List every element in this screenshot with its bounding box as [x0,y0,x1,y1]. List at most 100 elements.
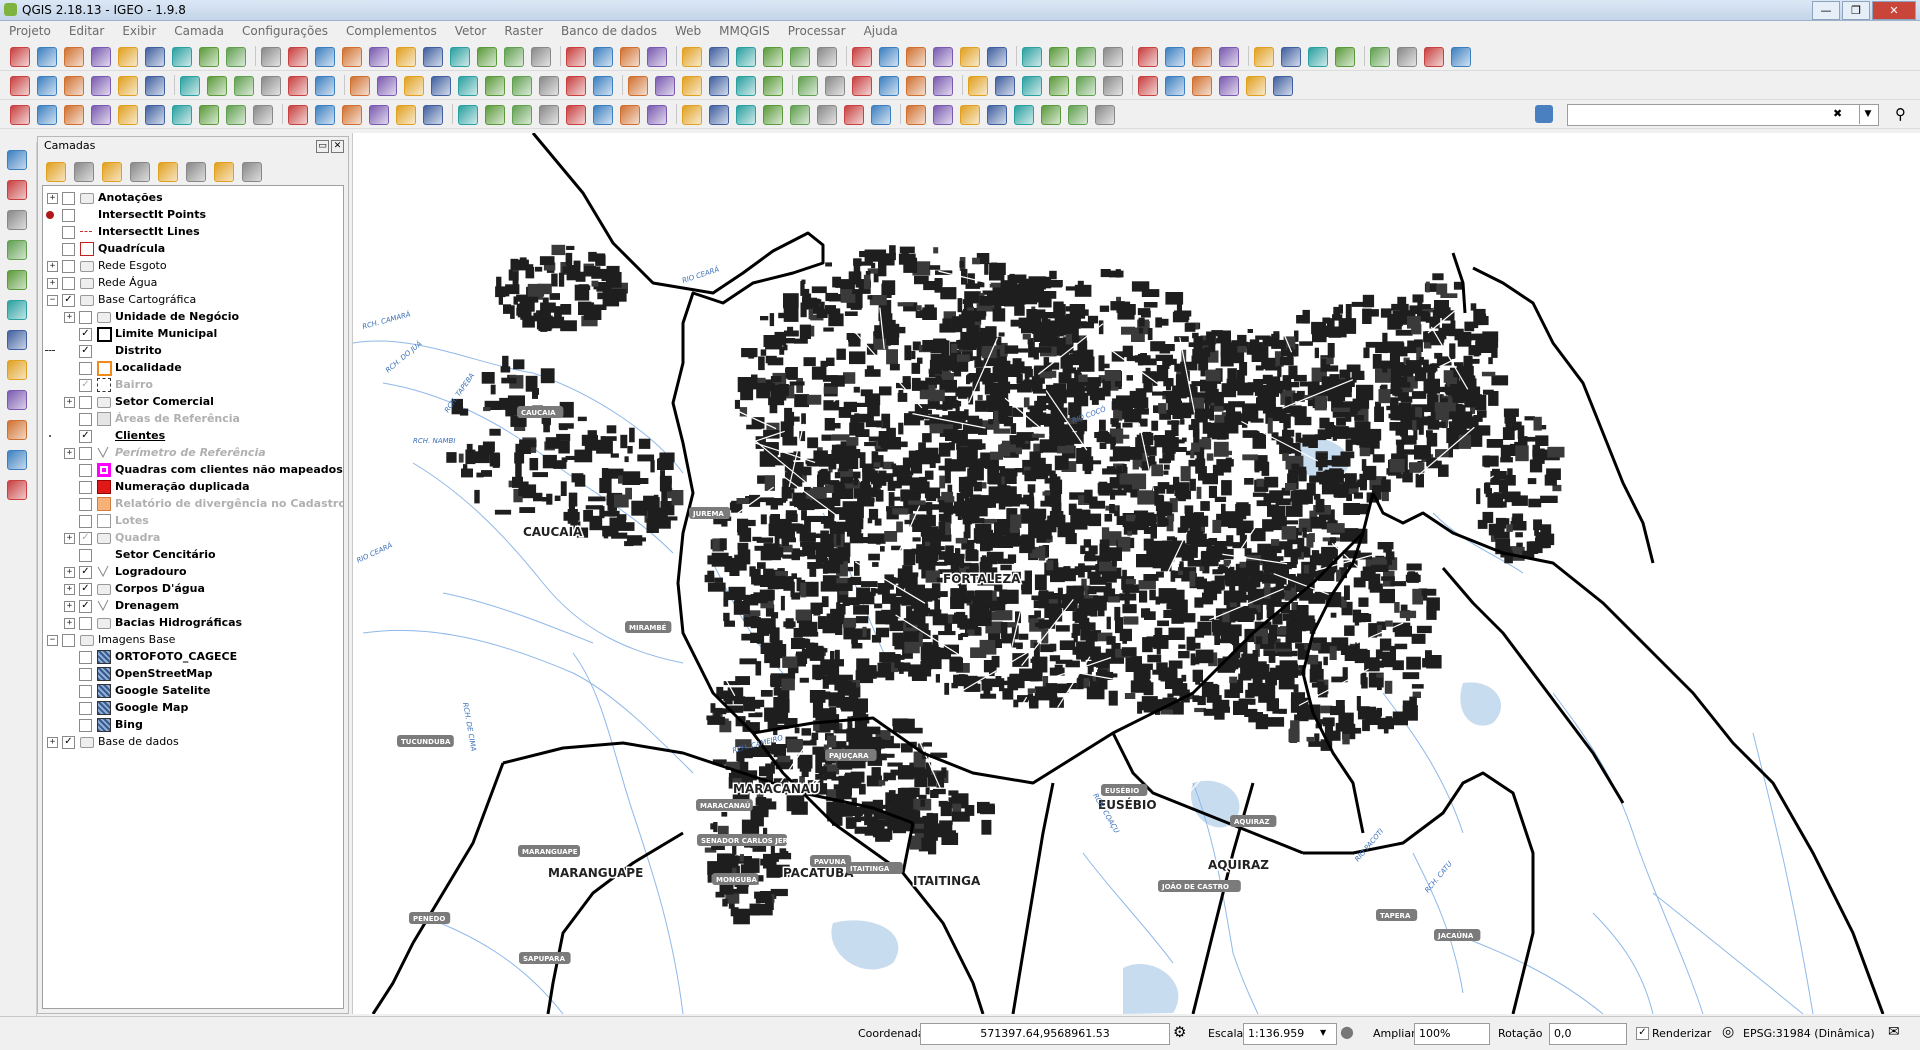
expand-icon[interactable]: + [47,261,58,272]
layer-visibility-checkbox[interactable]: ✓ [79,379,92,392]
tool-31-icon[interactable] [852,76,872,96]
tool-25-icon[interactable] [682,105,702,125]
move-feature-icon[interactable] [118,76,138,96]
layer-row[interactable]: Lotes [43,513,343,529]
layer-row[interactable]: Relatório de divergência no Cadastro [43,496,343,512]
tool-13-icon[interactable] [350,76,370,96]
tool-44-icon[interactable] [1219,47,1239,67]
collapse-icon[interactable]: − [47,635,58,646]
tool-43-icon[interactable] [1192,76,1212,96]
map-tips-icon[interactable] [817,47,837,67]
layer-row[interactable]: +Rede Água [43,275,343,291]
mouse-coordinates-toggle-icon[interactable]: ⚙ [1173,1023,1186,1041]
tool-20-icon[interactable] [539,76,559,96]
layer-row[interactable]: Localidade [43,360,343,376]
toggle-editing-icon[interactable] [10,76,30,96]
add-vector-layer-icon[interactable] [7,150,27,170]
tool-12-icon[interactable] [315,105,335,125]
add-virtual-layer-icon[interactable] [7,360,27,380]
render-checkbox[interactable]: ✓ [1636,1027,1649,1040]
collapse-all-icon[interactable] [214,162,234,182]
layer-visibility-checkbox[interactable] [79,668,92,681]
layer-row[interactable]: Áreas de Referência [43,411,343,427]
layer-visibility-checkbox[interactable] [62,260,75,273]
tool-14-icon[interactable] [369,105,389,125]
tool-49-icon[interactable] [1370,47,1390,67]
tool-35-icon[interactable] [960,105,980,125]
layer-row[interactable]: +Perímetro de Referência [43,445,343,461]
lock-icon[interactable]: ● [1340,1022,1354,1041]
tool-38-icon[interactable] [1049,47,1069,67]
expand-icon[interactable]: + [64,618,75,629]
filter-legend-icon[interactable] [130,162,150,182]
tool-24-icon[interactable] [655,76,675,96]
composer-manager-icon[interactable] [145,47,165,67]
add-feature-icon[interactable] [91,76,111,96]
tool-16-icon[interactable] [431,76,451,96]
zoom-out-icon[interactable] [261,47,281,67]
new-shapefile-layer-icon[interactable] [7,390,27,410]
close-window-button[interactable]: ✕ [1872,1,1916,20]
crs-status-button[interactable]: EPSG:31984 (Dinâmica) [1743,1027,1875,1040]
node-tool-icon[interactable] [145,76,165,96]
layer-visibility-checkbox[interactable] [79,651,92,664]
new-project-icon[interactable] [10,47,30,67]
delete-selected-icon[interactable] [180,76,200,96]
menu-item-complementos[interactable]: Complementos [337,21,446,41]
python-console-icon[interactable] [10,105,30,125]
menu-item-vetor[interactable]: Vetor [446,21,496,41]
zoom-last-icon[interactable] [396,47,416,67]
layer-row[interactable]: +✓Base de dados [43,734,343,750]
tool-19-icon[interactable] [512,76,532,96]
menu-item-configurações[interactable]: Configurações [233,21,337,41]
layer-visibility-checkbox[interactable] [79,413,92,426]
layer-row[interactable]: Quadras com clientes não mapeados [43,462,343,478]
expand-icon[interactable]: + [47,193,58,204]
chevron-down-icon[interactable]: ▼ [1859,104,1876,124]
layer-row[interactable]: −Imagens Base [43,632,343,648]
layer-row[interactable]: +✓Corpos D'água [43,581,343,597]
layer-row[interactable]: +✓Logradouro [43,564,343,580]
attribute-table-icon[interactable] [682,47,702,67]
layer-row[interactable]: −✓Base Cartográfica [43,292,343,308]
layer-visibility-checkbox[interactable] [79,447,92,460]
save-edits-icon[interactable] [64,76,84,96]
tool-18-icon[interactable] [485,105,505,125]
tool-29-icon[interactable] [798,76,818,96]
select-icon[interactable] [593,47,613,67]
zoom-to-selection-icon[interactable] [315,47,335,67]
tool-24-icon[interactable] [647,105,667,125]
tool-39-icon[interactable] [1076,47,1096,67]
layer-visibility-checkbox[interactable] [79,702,92,715]
zoom-in-icon[interactable] [226,47,246,67]
tool-42-icon[interactable] [1165,76,1185,96]
layer-visibility-checkbox[interactable] [79,498,92,511]
tool-42-icon[interactable] [1165,47,1185,67]
menu-item-mmqgis[interactable]: MMQGIS [710,21,779,41]
tool-5-icon[interactable] [118,105,138,125]
menu-item-projeto[interactable]: Projeto [0,21,60,41]
coordinate-field[interactable]: 571397.64,9568961.53 [920,1023,1170,1045]
locator-rocket-icon[interactable] [1535,105,1553,123]
tool-35-icon[interactable] [968,76,988,96]
zoom-to-layer-icon[interactable] [342,47,362,67]
layer-row[interactable]: Bing [43,717,343,733]
messages-icon[interactable]: ✉ [1888,1024,1900,1040]
new-bookmark-icon[interactable] [450,47,470,67]
layer-visibility-checkbox[interactable] [62,209,75,222]
layer-row[interactable]: ✓Distrito [43,343,343,359]
tool-32-icon[interactable] [879,76,899,96]
add-wms-layer-icon[interactable] [7,270,27,290]
plugin-b-icon[interactable] [64,105,84,125]
layer-visibility-checkbox[interactable]: ✓ [62,294,75,307]
tool-30-icon[interactable] [825,76,845,96]
layer-visibility-checkbox[interactable] [79,362,92,375]
show-bookmarks-icon[interactable] [477,47,497,67]
layer-visibility-checkbox[interactable]: ✓ [79,600,92,613]
tool-34-icon[interactable] [933,105,953,125]
tool-39-icon[interactable] [1076,76,1096,96]
tool-30-icon[interactable] [817,105,837,125]
layer-visibility-checkbox[interactable] [62,277,75,290]
tool-17-icon[interactable] [458,76,478,96]
menu-item-ajuda[interactable]: Ajuda [855,21,907,41]
